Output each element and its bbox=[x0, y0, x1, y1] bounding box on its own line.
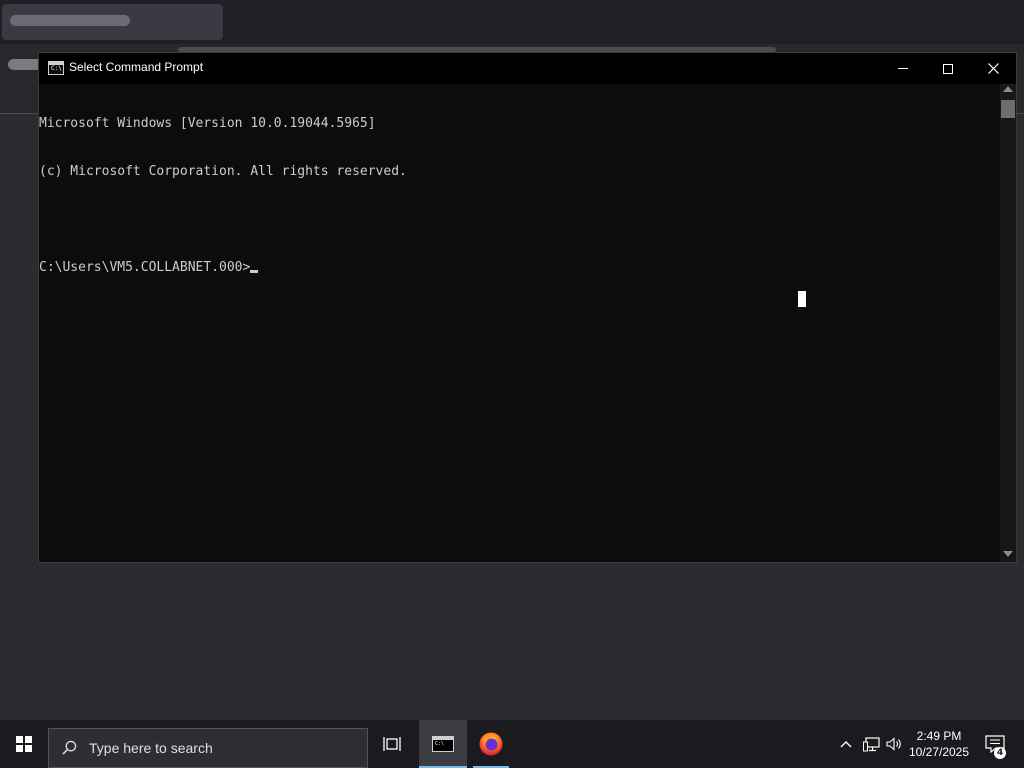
cmd-icon: C:\ bbox=[48, 61, 64, 75]
console-line: Microsoft Windows [Version 10.0.19044.59… bbox=[39, 116, 376, 131]
action-center-button[interactable]: 4 bbox=[978, 720, 1012, 768]
windows-logo-icon bbox=[16, 736, 32, 752]
command-prompt-window[interactable]: C:\ Select Command Prompt Microsoft Wind… bbox=[38, 52, 1017, 563]
chevron-up-icon bbox=[840, 741, 852, 748]
taskbar-app-command-prompt[interactable]: C:\ bbox=[419, 720, 467, 768]
console-prompt-line[interactable]: C:\Users\VM5.COLLABNET.000> bbox=[39, 260, 999, 276]
cmd-icon-glyph: C:\ bbox=[51, 65, 62, 72]
taskbar-search-box[interactable]: Type here to search bbox=[48, 728, 368, 768]
maximize-button[interactable] bbox=[925, 53, 971, 84]
show-hidden-icons-button[interactable] bbox=[836, 720, 856, 768]
network-button[interactable] bbox=[860, 720, 882, 768]
background-tab[interactable] bbox=[2, 4, 223, 40]
title-bar[interactable]: C:\ Select Command Prompt bbox=[39, 53, 1016, 84]
search-placeholder: Type here to search bbox=[89, 740, 213, 756]
vertical-scrollbar[interactable] bbox=[1000, 84, 1016, 562]
cmd-icon-glyph: C:\ bbox=[435, 741, 445, 747]
text-cursor bbox=[250, 270, 259, 273]
network-icon bbox=[862, 736, 880, 751]
notification-count-badge: 4 bbox=[994, 747, 1006, 759]
volume-icon bbox=[886, 737, 901, 751]
close-button[interactable] bbox=[970, 53, 1016, 84]
start-button[interactable] bbox=[0, 720, 48, 768]
scrollbar-thumb[interactable] bbox=[1001, 100, 1015, 118]
task-view-button[interactable] bbox=[372, 720, 412, 768]
cmd-icon: C:\ bbox=[432, 736, 454, 752]
taskbar: Type here to search C:\ 2:49 PM 10/27/20… bbox=[0, 720, 1024, 768]
mouse-cursor bbox=[798, 291, 806, 307]
console-prompt: C:\Users\VM5.COLLABNET.000> bbox=[39, 260, 251, 275]
task-view-icon bbox=[383, 737, 401, 751]
clock-time: 2:49 PM bbox=[916, 729, 962, 743]
background-tab-placeholder bbox=[10, 15, 130, 26]
firefox-icon bbox=[479, 732, 503, 756]
volume-button[interactable] bbox=[884, 720, 906, 768]
close-icon bbox=[987, 63, 999, 74]
console-output[interactable]: Microsoft Windows [Version 10.0.19044.59… bbox=[39, 84, 999, 562]
clock-date: 10/27/2025 bbox=[908, 745, 970, 759]
taskbar-app-firefox[interactable] bbox=[469, 720, 513, 768]
minimize-icon bbox=[898, 68, 908, 69]
minimize-button[interactable] bbox=[880, 53, 926, 84]
window-title: Select Command Prompt bbox=[69, 60, 204, 74]
taskbar-clock[interactable]: 2:49 PM 10/27/2025 bbox=[904, 728, 974, 760]
console-line: (c) Microsoft Corporation. All rights re… bbox=[39, 164, 407, 179]
search-icon bbox=[62, 740, 77, 755]
maximize-icon bbox=[943, 63, 953, 74]
scroll-up-icon[interactable] bbox=[1003, 86, 1013, 92]
scroll-down-icon[interactable] bbox=[1003, 551, 1013, 557]
